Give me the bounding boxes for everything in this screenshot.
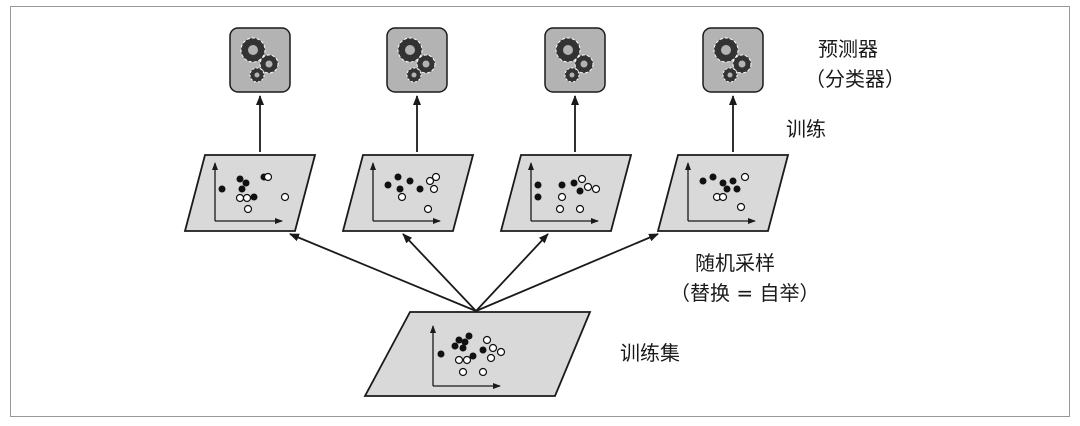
training-set-label: 训练集: [620, 341, 680, 365]
sampling-arrow-2: [402, 233, 477, 312]
predictor-1: [229, 27, 291, 93]
training-set-panel: [363, 311, 592, 397]
subset-panel-4: [656, 154, 790, 232]
sampling-label: 随机采样: [695, 251, 775, 275]
predictor-label: 预测器: [818, 37, 878, 61]
sampling-arrow-4: [475, 233, 659, 312]
predictor-4: [702, 27, 764, 93]
replacement-label: （替换 = 自举）: [670, 281, 819, 305]
sampling-arrow-1: [289, 233, 477, 312]
train-label: 训练: [786, 117, 826, 141]
subset-panel-3: [499, 154, 633, 232]
subset-panel-1: [183, 154, 317, 232]
bagging-diagram: 预测器 （分类器） 训练 随机采样 （替换 = 自举） 训练集: [183, 27, 905, 397]
sampling-arrow-3: [475, 233, 549, 312]
classifier-label: （分类器）: [805, 67, 905, 91]
predictor-2: [386, 27, 448, 93]
subset-panel-2: [341, 154, 475, 232]
predictor-3: [544, 27, 606, 93]
